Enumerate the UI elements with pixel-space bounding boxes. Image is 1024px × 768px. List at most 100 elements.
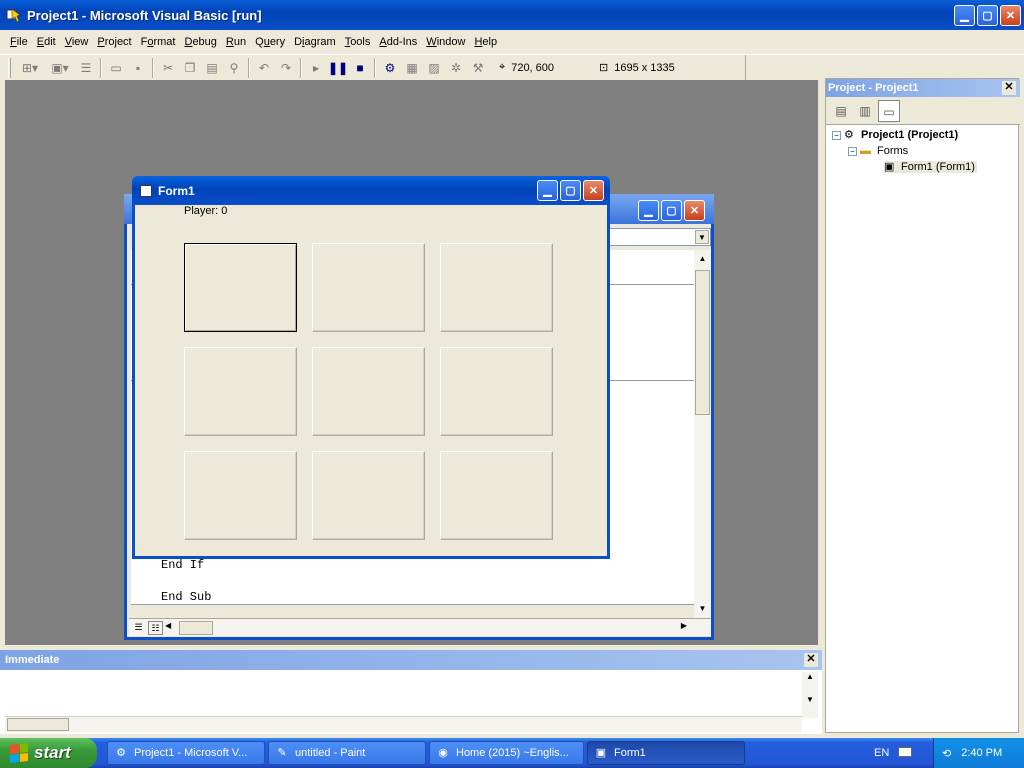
taskbar-button[interactable]: ◉ Home (2015) ~Englis... [429, 741, 584, 765]
menu-item[interactable]: Tools [341, 36, 375, 48]
menu-item[interactable]: Help [470, 36, 501, 48]
toolbar-grip[interactable] [8, 57, 11, 78]
form1-window[interactable]: Form1 ▁ ▢ ✕ Player: 0 [132, 176, 610, 559]
view-object-button[interactable]: ▥ [854, 100, 876, 122]
scroll-thumb[interactable] [179, 621, 213, 635]
form-close-button[interactable]: ✕ [583, 180, 604, 201]
collapse-icon[interactable]: − [832, 130, 841, 140]
scroll-right-icon[interactable]: ▶ [681, 621, 687, 630]
scroll-up-icon[interactable]: ▲ [802, 672, 818, 681]
scroll-thumb[interactable] [7, 718, 69, 731]
taskbar-button[interactable]: ▣ Form1 [587, 741, 745, 765]
menu-item[interactable]: Edit [33, 36, 60, 48]
immediate-vertical-scrollbar[interactable]: ▲ ▼ [802, 672, 818, 718]
tree-node-forms-folder[interactable]: − ▬ Forms [848, 145, 908, 157]
board-cell-button[interactable] [440, 451, 553, 540]
board-cell-button[interactable] [440, 347, 553, 436]
properties-window-button[interactable]: ▦ [401, 57, 423, 79]
menu-item[interactable]: Window [422, 36, 469, 48]
menu-item[interactable]: Project [93, 36, 135, 48]
scroll-thumb[interactable] [695, 270, 710, 415]
board-cell-button[interactable] [184, 451, 297, 540]
code-line[interactable]: End If [161, 558, 204, 572]
scroll-down-icon[interactable]: ▼ [802, 695, 818, 704]
project-explorer-close-button[interactable]: ✕ [1002, 81, 1016, 95]
immediate-window[interactable]: Immediate ✕ ▲ ▼ [0, 650, 822, 734]
board-cell-button[interactable] [440, 243, 553, 332]
add-project-button[interactable]: ⊞▾ [15, 57, 45, 79]
code-line[interactable]: End Sub [161, 590, 211, 604]
form-minimize-button[interactable]: ▁ [537, 180, 558, 201]
add-form-button[interactable]: ▣▾ [45, 57, 75, 79]
start-button[interactable]: ▸ [305, 57, 327, 79]
restore-icon: ▢ [982, 10, 993, 22]
procedure-dropdown[interactable]: ▼ [597, 228, 711, 246]
code-vertical-scrollbar[interactable]: ▲ ▼ [694, 250, 711, 620]
menu-item[interactable]: Diagram [290, 36, 340, 48]
object-browser-button[interactable]: ✲ [445, 57, 467, 79]
player-label: Player: 0 [184, 205, 228, 217]
menu-item[interactable]: Format [137, 36, 180, 48]
form-layout-button[interactable]: ▨ [423, 57, 445, 79]
menu-item[interactable]: Run [222, 36, 250, 48]
close-icon: ✕ [689, 205, 700, 217]
close-button[interactable]: ✕ [1000, 5, 1021, 26]
immediate-close-button[interactable]: ✕ [804, 653, 818, 667]
main-titlebar[interactable]: Project1 - Microsoft Visual Basic [run] … [0, 0, 1024, 30]
menu-item[interactable]: Debug [180, 36, 220, 48]
toggle-folders-button[interactable]: ▭ [878, 99, 900, 122]
toolbar-separator [100, 57, 102, 78]
tree-node-form1[interactable]: ▣ Form1 (Form1) [884, 161, 977, 173]
full-module-view-icon[interactable]: ☷ [148, 621, 163, 635]
start-button[interactable]: start [0, 738, 97, 768]
break-button[interactable]: ❚❚ [327, 57, 349, 79]
menu-item[interactable]: File [6, 36, 32, 48]
copy-button[interactable]: ❐ [179, 57, 201, 79]
menu-editor-button[interactable]: ☰ [75, 57, 97, 79]
maximize-button[interactable]: ▢ [977, 5, 998, 26]
keyboard-icon[interactable] [898, 747, 912, 757]
network-icon[interactable]: ⟲ [942, 747, 951, 760]
end-button[interactable]: ■ [349, 57, 371, 79]
board-cell-button[interactable] [312, 243, 425, 332]
menu-item[interactable]: Add-Ins [375, 36, 421, 48]
taskbar-button[interactable]: ⚙ Project1 - Microsoft V... [107, 741, 265, 765]
language-indicator[interactable]: EN [874, 747, 889, 759]
code-horizontal-scrollbar[interactable]: ☰ ☷ ◀ ▶ [129, 618, 711, 636]
menu-item[interactable]: View [61, 36, 93, 48]
menu-item[interactable]: Query [251, 36, 289, 48]
code-minimize-button[interactable]: ▁ [638, 200, 659, 221]
scroll-left-icon[interactable]: ◀ [165, 621, 171, 630]
scroll-down-icon[interactable]: ▼ [695, 602, 710, 616]
collapse-icon[interactable]: − [848, 146, 857, 156]
board-cell-button[interactable] [184, 243, 297, 332]
project-explorer-title[interactable]: Project - Project1 [826, 79, 1020, 97]
taskbar-button[interactable]: ✎ untitled - Paint [268, 741, 426, 765]
open-project-button[interactable]: ▭ [105, 57, 127, 79]
paste-button[interactable]: ▤ [201, 57, 223, 79]
view-code-button[interactable]: ▤ [830, 100, 852, 122]
form-maximize-button[interactable]: ▢ [560, 180, 581, 201]
project-explorer-button[interactable]: ⚙ [379, 57, 401, 79]
save-project-button[interactable]: ▪ [127, 57, 149, 79]
system-tray: ⟲ 2:40 PM [933, 738, 1024, 768]
scroll-up-icon[interactable]: ▲ [695, 252, 710, 266]
procedure-view-icon[interactable]: ☰ [131, 621, 146, 635]
code-maximize-button[interactable]: ▢ [661, 200, 682, 221]
find-button[interactable]: ⚲ [223, 57, 245, 79]
chevron-down-icon[interactable]: ▼ [695, 230, 709, 244]
undo-button[interactable]: ↶ [253, 57, 275, 79]
board-cell-button[interactable] [312, 347, 425, 436]
redo-button[interactable]: ↷ [275, 57, 297, 79]
clock[interactable]: 2:40 PM [961, 747, 1002, 759]
immediate-horizontal-scrollbar[interactable] [5, 716, 802, 732]
tree-node-project[interactable]: − ⚙ Project1 (Project1) [832, 129, 958, 141]
immediate-title[interactable]: Immediate [0, 650, 822, 670]
board-cell-button[interactable] [312, 451, 425, 540]
toolbox-button[interactable]: ⚒ [467, 57, 489, 79]
minimize-button[interactable]: ▁ [954, 5, 975, 26]
cut-button[interactable]: ✂ [157, 57, 179, 79]
board-cell-button[interactable] [184, 347, 297, 436]
code-close-button[interactable]: ✕ [684, 200, 705, 221]
pause-icon: ❚❚ [327, 60, 349, 75]
